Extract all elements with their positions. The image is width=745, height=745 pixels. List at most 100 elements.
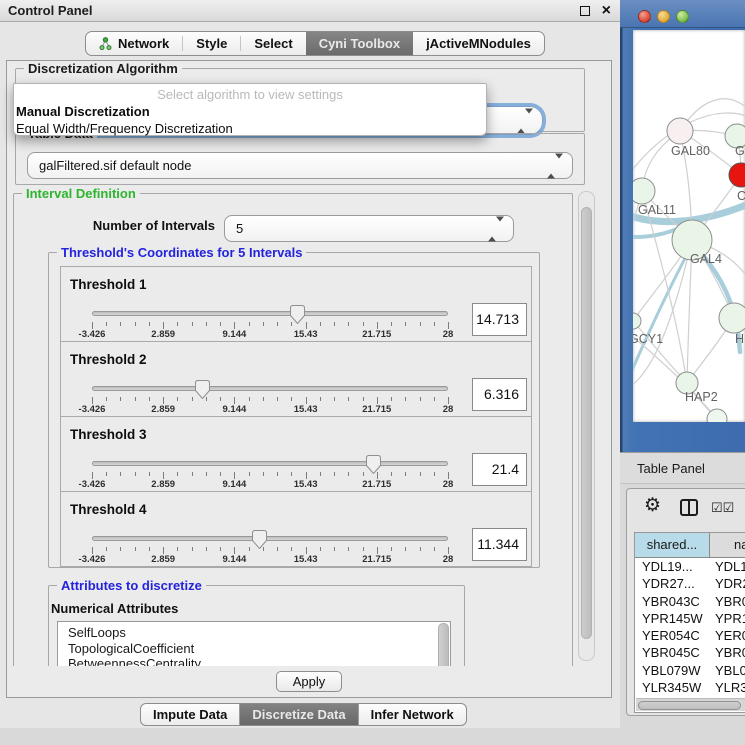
- control-panel-titlebar: Control Panel ×: [0, 0, 620, 22]
- cell-shared-name: YDR27...: [635, 575, 710, 592]
- tab-impute-data[interactable]: Impute Data: [141, 704, 239, 725]
- tick-mark: [234, 322, 235, 329]
- list-item[interactable]: SelfLoops: [58, 625, 450, 641]
- scrollbar-thumb[interactable]: [638, 701, 741, 710]
- table-row[interactable]: YDL19...YDL1: [635, 558, 745, 575]
- threshold-label: Threshold 3: [70, 427, 147, 442]
- tick-mark: [320, 472, 321, 476]
- threshold-slider[interactable]: -3.4262.8599.14415.4321.71528: [92, 303, 448, 341]
- combo-arrows-icon: [488, 221, 504, 236]
- tab-jactivemnodules[interactable]: jActiveMNodules: [413, 32, 544, 55]
- table-row[interactable]: YBL079WYBL0: [635, 662, 745, 679]
- table-row[interactable]: YBR045CYBR0: [635, 644, 745, 661]
- close-traffic-light-icon[interactable]: [638, 10, 651, 23]
- slider-track[interactable]: [92, 311, 448, 316]
- threshold-value[interactable]: 14.713: [472, 303, 527, 336]
- minimize-traffic-light-icon[interactable]: [657, 10, 670, 23]
- tick-mark: [120, 472, 121, 476]
- popup-item[interactable]: Manual Discretization: [14, 104, 486, 121]
- tick-mark: [405, 322, 406, 326]
- float-window-icon[interactable]: [580, 6, 590, 16]
- threshold-value[interactable]: 21.4: [472, 453, 527, 486]
- slider-track[interactable]: [92, 386, 448, 391]
- panel-scrollbar[interactable]: [578, 191, 595, 661]
- tab-style[interactable]: Style: [183, 32, 240, 55]
- threshold-slider[interactable]: -3.4262.8599.14415.4321.71528: [92, 453, 448, 491]
- cell-name: YDR2: [710, 575, 745, 592]
- table-row[interactable]: YBR043CYBR0: [635, 593, 745, 610]
- network-icon: [99, 37, 112, 51]
- tab-select[interactable]: Select: [241, 32, 305, 55]
- tick-label: 15.43: [294, 329, 318, 340]
- checkboxes-icon[interactable]: ☑☑: [711, 500, 734, 516]
- apply-button[interactable]: Apply: [276, 671, 342, 692]
- table-row[interactable]: YDR27...YDR2: [635, 575, 745, 592]
- column-header-shared-name[interactable]: shared...: [635, 533, 710, 557]
- zoom-traffic-light-icon[interactable]: [676, 10, 689, 23]
- cell-name: YDL1: [710, 558, 745, 575]
- tick-mark: [291, 472, 292, 476]
- cell-name: YBR0: [710, 644, 745, 661]
- tick-mark: [135, 472, 136, 476]
- node-label: G.: [735, 144, 745, 158]
- network-node[interactable]: [633, 178, 655, 204]
- popup-item[interactable]: Equal Width/Frequency Discretization: [14, 121, 486, 138]
- slider-track[interactable]: [92, 461, 448, 466]
- tick-mark: [348, 397, 349, 401]
- table-row[interactable]: YER054CYER0: [635, 627, 745, 644]
- numerical-attributes-list[interactable]: SelfLoopsTopologicalCoefficientBetweenne…: [57, 621, 451, 666]
- tick-mark: [434, 547, 435, 551]
- tick-mark: [135, 397, 136, 401]
- slider-track[interactable]: [92, 536, 448, 541]
- list-item[interactable]: TopologicalCoefficient: [58, 641, 450, 657]
- tick-label: 28: [443, 479, 454, 490]
- threshold-panel: Threshold 3 -3.4262.8599.14415.4321.7152…: [60, 416, 532, 492]
- tick-mark: [249, 322, 250, 326]
- tick-mark: [249, 472, 250, 476]
- columns-icon[interactable]: [680, 499, 698, 516]
- network-view[interactable]: GAL80G.CGAL11GAL4GCY1HHAP2: [633, 30, 745, 422]
- tick-mark: [163, 547, 164, 554]
- threshold-label: Threshold 1: [70, 277, 147, 292]
- gear-icon[interactable]: ⚙: [644, 495, 661, 517]
- tab-infer-network[interactable]: Infer Network: [359, 704, 466, 725]
- close-icon[interactable]: ×: [602, 0, 611, 21]
- list-scrollbar[interactable]: [438, 623, 449, 666]
- network-graph[interactable]: GAL80G.CGAL11GAL4GCY1HHAP2: [633, 30, 745, 422]
- column-header-name[interactable]: na: [710, 533, 745, 557]
- network-node[interactable]: [667, 118, 693, 144]
- num-intervals-combobox[interactable]: 5: [224, 215, 514, 242]
- table-row[interactable]: YLR345WYLR3: [635, 679, 745, 696]
- threshold-slider[interactable]: -3.4262.8599.14415.4321.71528: [92, 378, 448, 416]
- algorithm-dropdown-popup: Select algorithm to view settings Manual…: [13, 83, 487, 136]
- table-hscrollbar[interactable]: [636, 698, 745, 711]
- network-node[interactable]: [633, 313, 641, 329]
- threshold-slider[interactable]: -3.4262.8599.14415.4321.71528: [92, 528, 448, 566]
- tick-mark: [334, 322, 335, 326]
- tick-label: 28: [443, 329, 454, 340]
- tab-cyni-toolbox[interactable]: Cyni Toolbox: [306, 32, 413, 55]
- table-row[interactable]: YPR145WYPR1: [635, 610, 745, 627]
- threshold-value[interactable]: 11.344: [472, 528, 527, 561]
- cell-name: YER0: [710, 627, 745, 644]
- cell-name: YBL0: [710, 662, 745, 679]
- slider-ticks: [92, 320, 448, 329]
- network-node[interactable]: [719, 303, 745, 333]
- node-table[interactable]: shared... na YDL19...YDL1YDR27...YDR2YBR…: [634, 532, 745, 713]
- popup-hint-item[interactable]: Select algorithm to view settings: [14, 87, 486, 104]
- tick-label: 15.43: [294, 404, 318, 415]
- tick-label: 9.144: [223, 479, 247, 490]
- cell-name: YLR3: [710, 679, 745, 696]
- bottom-tab-bar: Impute DataDiscretize DataInfer Network: [140, 703, 467, 726]
- tick-label: 15.43: [294, 554, 318, 565]
- threshold-value[interactable]: 6.316: [472, 378, 527, 411]
- tab-discretize-data[interactable]: Discretize Data: [240, 704, 357, 725]
- list-item[interactable]: BetweennessCentrality: [58, 656, 450, 666]
- table-data-combobox[interactable]: galFiltered.sif default node: [27, 152, 573, 179]
- table-panel-titlebar: Table Panel: [620, 452, 745, 484]
- tick-mark: [377, 547, 378, 554]
- tick-mark: [334, 547, 335, 551]
- tick-mark: [234, 472, 235, 479]
- tab-network[interactable]: Network: [86, 32, 182, 55]
- scrollbar-thumb[interactable]: [581, 207, 592, 639]
